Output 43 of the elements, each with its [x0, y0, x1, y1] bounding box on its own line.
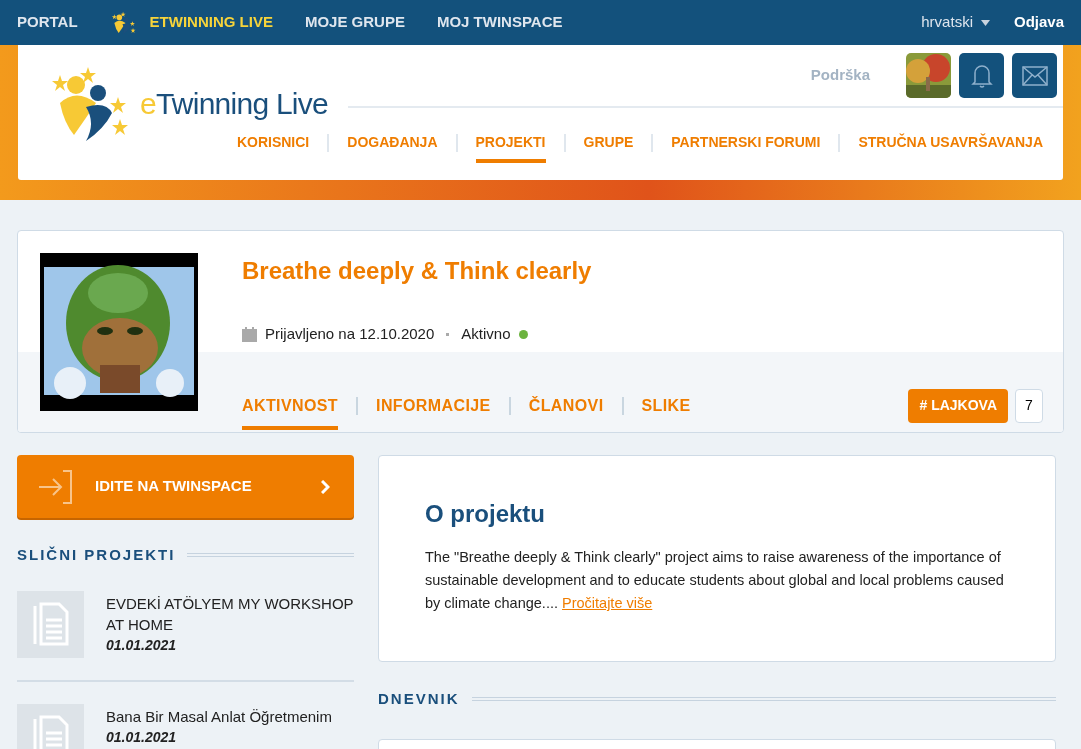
project-date: 01.01.2021 — [106, 635, 178, 655]
section-heading: DNEVNIK — [378, 689, 460, 709]
twinspace-button[interactable]: IDITE NA TWINSPACE — [17, 455, 354, 518]
top-nav-link[interactable]: MOJE GRUPE — [304, 11, 405, 34]
project-tab[interactable]: ČLANOVI — [528, 393, 604, 430]
main-nav-link[interactable]: KORISNICI — [236, 132, 310, 163]
logo-text: eTwinning Live — [140, 86, 328, 122]
likes-button[interactable]: # LAJKOVA — [908, 388, 1008, 423]
project-tab[interactable]: SLIKE — [641, 393, 691, 430]
main-nav-link[interactable]: PARTNERSKI FORUMI — [671, 132, 821, 163]
section-heading: SLIČNI PROJEKTI — [17, 545, 176, 565]
registration-date: Prijavljeno na 12.10.2020 — [265, 324, 435, 344]
project-link[interactable]: Bana Bir Masal Anlat Öğretmenim — [106, 705, 332, 727]
main-nav-link[interactable]: DOGAĐANJA — [347, 132, 438, 163]
avatar[interactable] — [906, 53, 951, 98]
top-nav-link[interactable]: ETWINNING LIVE — [109, 9, 273, 36]
envelope-icon — [1021, 65, 1048, 86]
logout-link[interactable]: Odjava — [1013, 11, 1064, 34]
status-text: Aktivno — [461, 324, 511, 344]
support-link[interactable]: Podrška — [810, 64, 870, 87]
language-dropdown[interactable]: hrvatski — [921, 11, 990, 34]
chevron-right-icon — [321, 479, 330, 494]
main-nav-link[interactable]: PROJEKTI — [475, 132, 546, 163]
read-more-link[interactable]: Pročitajte više — [562, 595, 653, 611]
document-icon — [17, 590, 84, 658]
top-nav-link[interactable]: PORTAL — [17, 11, 78, 34]
project-link[interactable]: EVDEKİ ATÖLYEM MY WORKSHOP AT HOME — [106, 592, 354, 635]
project-title: Breathe deeply & Think clearly — [242, 256, 593, 286]
about-description: The "Breathe deeply & Think clearly" project aims to raise awareness of the importance of sustainable development and to educate students about global and local problems caused by climate change.... Pročitajte više — [425, 548, 1005, 613]
project-tab[interactable]: AKTIVNOST — [242, 393, 339, 430]
main-nav-link[interactable]: GRUPE — [583, 132, 634, 163]
caret-icon — [980, 19, 990, 26]
about-heading: O projektu — [425, 499, 546, 529]
project-tab[interactable]: INFORMACIJE — [376, 393, 491, 430]
sign-in-icon — [37, 468, 75, 505]
project-date: 01.01.2021 — [106, 727, 178, 747]
notifications-button[interactable] — [959, 53, 1004, 98]
top-nav-link[interactable]: MOJ TWINSPACE — [436, 11, 563, 34]
calendar-icon — [242, 326, 257, 342]
messages-button[interactable] — [1012, 53, 1057, 98]
bell-icon — [970, 62, 993, 89]
main-nav-link[interactable]: STRUČNA USAVRŠAVANJA — [858, 132, 1043, 163]
likes-count: 7 — [1015, 388, 1043, 423]
